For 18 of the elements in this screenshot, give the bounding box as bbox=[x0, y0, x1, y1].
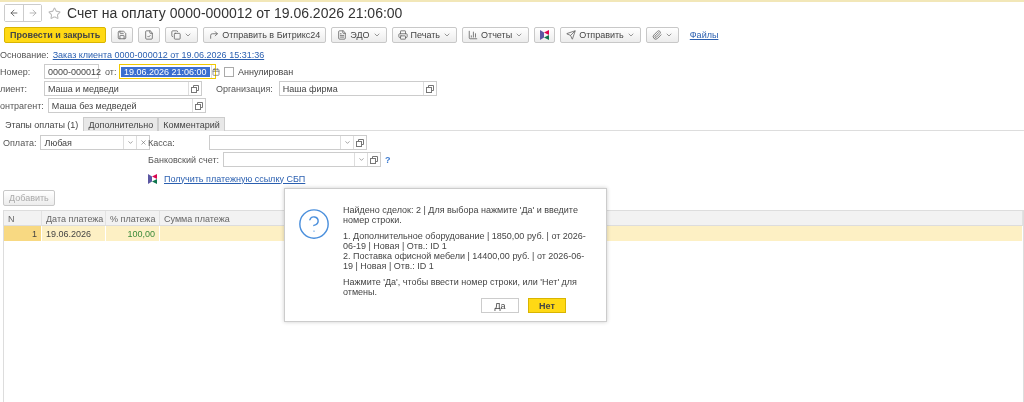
field-label: Организация: bbox=[216, 83, 273, 94]
field-label: Касса: bbox=[148, 137, 176, 148]
window-title: Счет на оплату 0000-000012 от 19.06.2026 21:06:00 bbox=[67, 5, 403, 21]
field-label: Основание: bbox=[0, 49, 49, 60]
field-label: от: bbox=[105, 66, 117, 77]
dialog-prompt: Нажмите 'Да', чтобы ввести номер строки, или 'Нет' для отмены. bbox=[343, 277, 578, 297]
deal-line: 1. Дополнительное оборудование | 1850,00 руб. | от 2026-06-19 | Новая | Отв.: ID 1 bbox=[343, 231, 587, 251]
dialog-message: Найдено сделок: 2 | Для выбора нажмите 'Да' и введите номер строки. bbox=[343, 205, 579, 225]
field-label: Оплата: bbox=[3, 137, 37, 148]
field-label: онтрагент: bbox=[0, 100, 44, 111]
field-label: Номер: bbox=[0, 66, 32, 77]
table-cell: 1 bbox=[4, 226, 42, 241]
checkbox-label: Аннулирован bbox=[238, 66, 294, 77]
table-cell: 100,00 bbox=[106, 226, 160, 241]
table-cell: 19.06.2026 bbox=[42, 226, 106, 241]
field-label: Банковский счет: bbox=[148, 154, 219, 165]
field-label: лиент: bbox=[0, 83, 28, 94]
deal-line: 2. Поставка офисной мебели | 14400,00 руб. | от 2026-06-19 | Новая | Отв.: ID 1 bbox=[343, 251, 586, 271]
